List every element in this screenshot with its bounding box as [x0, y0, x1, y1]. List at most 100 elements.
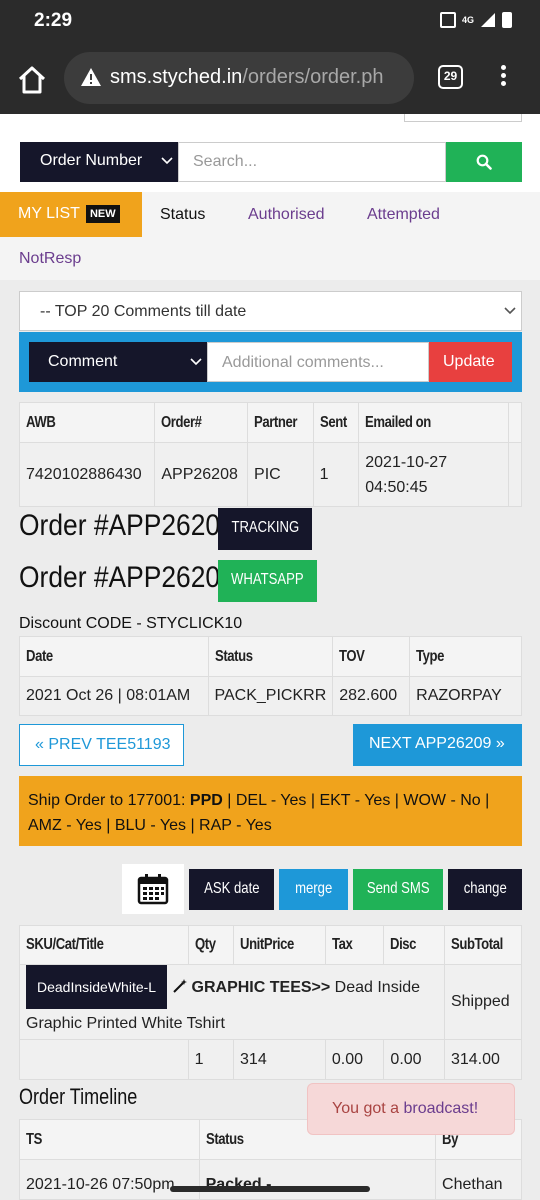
header-spacer — [507, 402, 523, 443]
gesture-bar[interactable] — [170, 1186, 370, 1192]
ship-prefix: Ship Order to 177001: — [28, 792, 190, 809]
tab-my-list[interactable]: MY LIST NEW — [0, 192, 142, 237]
top-comments-select[interactable]: -- TOP 20 Comments till date — [19, 291, 522, 331]
url-text: sms.styched.in/orders/order.ph — [110, 66, 383, 89]
header-ts: TS — [19, 1119, 200, 1160]
chevron-down-icon — [161, 157, 173, 165]
search-field-value: Order Number — [40, 152, 143, 169]
url-bar[interactable]: sms.styched.in/orders/order.ph — [64, 52, 414, 104]
search-field-select[interactable]: Order Number — [20, 142, 178, 182]
calendar-button[interactable] — [122, 864, 184, 914]
additional-comments-input[interactable]: Additional comments... — [207, 342, 429, 382]
item-unitprice: 314 — [233, 1039, 326, 1080]
emailed-time: 04:50:45 — [365, 478, 428, 496]
new-badge: NEW — [85, 205, 120, 223]
tracking-button[interactable]: TRACKING — [218, 508, 312, 550]
merge-button[interactable]: merge — [279, 869, 348, 910]
broadcast-link[interactable]: broadcast! — [403, 1100, 478, 1117]
item-title: Dead Inside — [330, 979, 421, 996]
header-emailed-on: Emailed on — [358, 402, 509, 443]
ask-date-button[interactable]: ASK date — [189, 869, 274, 910]
header-disc: Disc — [383, 925, 445, 965]
timeline-ts: 2021-10-26 07:50pm — [19, 1159, 200, 1200]
timeline-by: Chethan — [435, 1159, 522, 1200]
item-disc: 0.00 — [383, 1039, 445, 1080]
header-tov: TOV — [332, 636, 411, 677]
timeline-title: Order Timeline — [19, 1084, 138, 1109]
header-tax: Tax — [324, 925, 385, 965]
whatsapp-button[interactable]: WHATSAPP — [218, 560, 317, 602]
toast-text: You got a — [332, 1100, 404, 1117]
list-nav: MY LIST NEW Status Authorised Attempted N… — [0, 192, 540, 280]
order-date: 2021 Oct 26 | 08:01AM — [19, 676, 209, 716]
volte-icon — [439, 12, 456, 28]
header-tab[interactable] — [404, 114, 522, 122]
ship-ppd: PPD — [189, 792, 223, 809]
table-header-row: SKU/Cat/Title Qty UnitPrice Tax Disc Sub… — [19, 925, 523, 965]
tab-attempted[interactable]: Attempted — [367, 206, 440, 224]
url-path: /orders/order.ph — [242, 66, 384, 88]
order-summary-table: Date Status TOV Type 2021 Oct 26 | 08:01… — [19, 636, 522, 716]
browser-toolbar: sms.styched.in/orders/order.ph 29 — [0, 44, 540, 114]
status-bar: 2:29 4G — [0, 0, 540, 44]
table-header-row: Date Status TOV Type — [19, 636, 522, 677]
send-sms-button[interactable]: Send SMS — [353, 869, 443, 910]
header-date: Date — [19, 636, 209, 677]
network-label: 4G — [461, 15, 474, 25]
header-qty: Qty — [187, 925, 235, 965]
header-sent: Sent — [312, 402, 360, 443]
order-type: RAZORPAY — [409, 676, 522, 716]
order-number: APP26208 — [154, 442, 249, 507]
tab-status[interactable]: Status — [160, 206, 205, 224]
next-order-button[interactable]: NEXT APP26209 » — [353, 724, 522, 766]
header-unitprice: UnitPrice — [233, 925, 326, 965]
header-order: Order# — [154, 402, 249, 443]
emailed-date: 2021-10-27 — [365, 453, 448, 471]
item-status: Shipped — [443, 964, 523, 1040]
awb-number: 7420102886430 — [18, 442, 156, 507]
search-button[interactable] — [446, 142, 522, 182]
url-host: sms.styched.in — [110, 66, 243, 88]
item-qty: 1 — [187, 1039, 235, 1080]
status-icons: 4G — [439, 12, 512, 28]
sent-count: 1 — [312, 442, 360, 507]
change-button[interactable]: change — [448, 869, 522, 910]
prev-order-button[interactable]: « PREV TEE51193 — [19, 724, 184, 766]
header-type: Type — [409, 636, 522, 677]
broadcast-toast[interactable]: You got a broadcast! — [307, 1083, 515, 1135]
table-row: 1 314 0.00 0.00 314.00 — [19, 1039, 523, 1080]
tab-authorised[interactable]: Authorised — [248, 206, 325, 224]
table-row: 2021-10-26 07:50pm Packed - Chethan — [19, 1159, 522, 1200]
page-content: Order Number Search... MY LIST NEW Status… — [0, 114, 540, 1200]
emailed-on: 2021-10-27 04:50:45 — [358, 442, 509, 507]
tab-notresp[interactable]: NotResp — [19, 250, 81, 268]
item-subtotal: 314.00 — [443, 1039, 523, 1080]
comment-type-select[interactable]: Comment — [29, 342, 207, 382]
chevron-down-icon — [190, 358, 202, 366]
more-menu-icon[interactable] — [496, 62, 510, 92]
tab-switcher-button[interactable]: 29 — [438, 65, 463, 89]
table-row: DeadInsideWhite-L GRAPHIC TEES>> Dead In… — [19, 964, 523, 1040]
battery-icon — [502, 12, 512, 28]
update-button[interactable]: Update — [429, 342, 512, 382]
order-status: PACK_PICKRR — [207, 676, 334, 716]
item-category: GRAPHIC TEES>> — [191, 979, 331, 996]
search-input[interactable]: Search... — [178, 142, 446, 182]
magic-wand-icon — [173, 979, 188, 993]
item-tax: 0.00 — [324, 1039, 385, 1080]
header-sku: SKU/Cat/Title — [19, 925, 189, 965]
comment-type-value: Comment — [48, 353, 118, 370]
ship-partners-1: | DEL - Yes | EKT - Yes | WOW - No | — [222, 792, 490, 809]
discount-code: Discount CODE - STYCLICK10 — [19, 615, 243, 632]
item-title-line2: Graphic Printed White Tshirt — [26, 1015, 225, 1032]
awb-table: AWB Order# Partner Sent Emailed on 74201… — [18, 402, 523, 507]
shipping-info: Ship Order to 177001: PPD | DEL - Yes | … — [19, 776, 522, 846]
header-partner: Partner — [247, 402, 314, 443]
home-icon[interactable] — [16, 64, 48, 96]
header-subtotal: SubTotal — [443, 925, 523, 965]
table-row: 2021 Oct 26 | 08:01AM PACK_PICKRR 282.60… — [19, 676, 522, 716]
items-table: SKU/Cat/Title Qty UnitPrice Tax Disc Sub… — [19, 925, 523, 1080]
sku-badge[interactable]: DeadInsideWhite-L — [26, 965, 168, 1009]
table-header-row: AWB Order# Partner Sent Emailed on — [18, 402, 523, 443]
clock: 2:29 — [34, 10, 73, 31]
